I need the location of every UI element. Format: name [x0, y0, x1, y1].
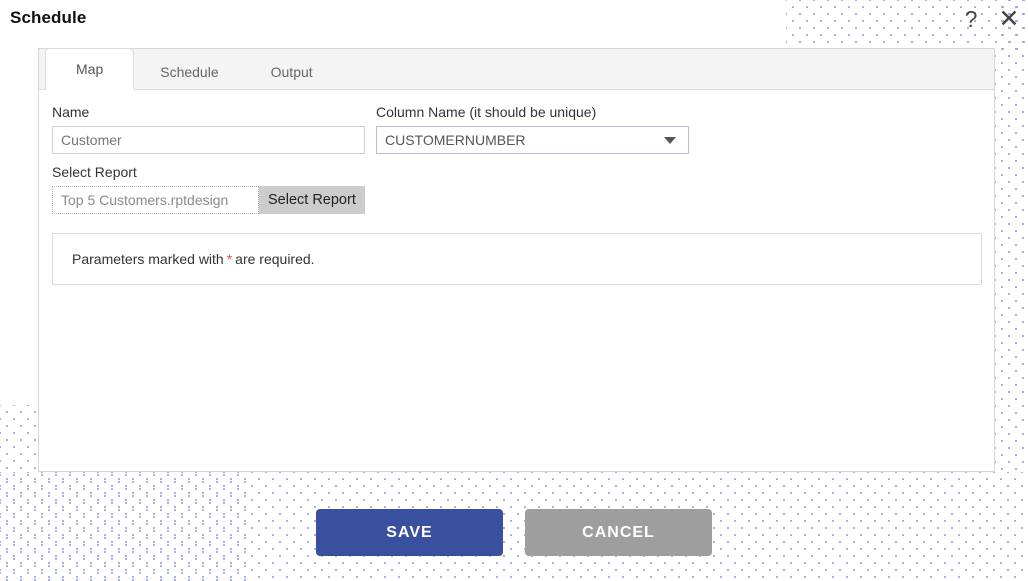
- name-field-group: Name: [52, 104, 365, 154]
- dialog-header: Schedule ? ✕: [0, 0, 1028, 40]
- chevron-down-icon: [664, 136, 676, 144]
- tab-map[interactable]: Map: [45, 48, 135, 90]
- tab-bar: Map Schedule Output: [39, 48, 994, 90]
- tab-schedule[interactable]: Schedule: [134, 55, 244, 89]
- name-input[interactable]: [52, 126, 365, 154]
- column-name-selected-value: CUSTOMERNUMBER: [385, 132, 526, 148]
- notice-prefix-text: Parameters marked with: [72, 251, 224, 267]
- select-report-button[interactable]: Select Report: [259, 186, 365, 214]
- select-report-field-group: Select Report Select Report: [52, 164, 981, 214]
- cancel-button[interactable]: CANCEL: [525, 509, 712, 556]
- select-report-label: Select Report: [52, 164, 137, 180]
- name-field-label: Name: [52, 104, 90, 120]
- select-report-row: Select Report: [52, 186, 981, 214]
- save-button[interactable]: SAVE: [316, 509, 503, 556]
- column-name-select[interactable]: CUSTOMERNUMBER: [376, 126, 689, 154]
- notice-suffix-text: are required.: [235, 251, 315, 267]
- schedule-dialog-card: Map Schedule Output Name Column Name (it…: [38, 48, 995, 472]
- footer-actions: SAVE CANCEL: [0, 509, 1028, 556]
- decorative-dot-pattern-right: [995, 0, 1028, 472]
- report-path-input[interactable]: [52, 186, 259, 214]
- parameters-required-notice: Parameters marked with * are required.: [52, 233, 982, 285]
- column-name-field-group: Column Name (it should be unique) CUSTOM…: [376, 104, 689, 154]
- top-field-row: Name Column Name (it should be unique) C…: [52, 104, 981, 154]
- tab-output[interactable]: Output: [245, 55, 339, 89]
- close-icon[interactable]: ✕: [994, 4, 1024, 34]
- required-asterisk-icon: *: [226, 251, 233, 267]
- map-tab-panel: Name Column Name (it should be unique) C…: [39, 90, 994, 285]
- column-name-field-label: Column Name (it should be unique): [376, 104, 597, 120]
- page-title: Schedule: [10, 8, 87, 27]
- help-icon[interactable]: ?: [956, 4, 986, 34]
